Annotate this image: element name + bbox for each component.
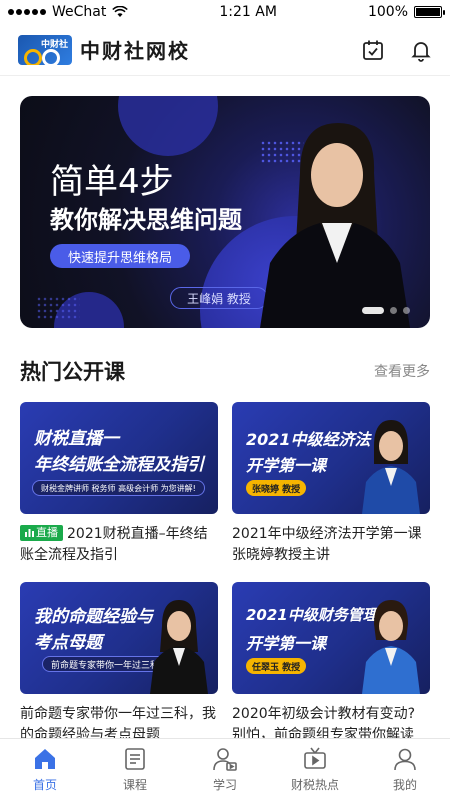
live-badge-label: 直播 [36,526,58,539]
tab-label: 课程 [122,778,147,792]
course-title: 直播 2021财税直播–年终结账全流程及指引 [20,524,218,566]
promo-banner[interactable]: 简单4步 教你解决思维问题 快速提升思维格局 王峰娟 教授 [20,96,430,328]
brand: 中财社 中财社网校 [18,34,190,65]
status-right: 100% [367,4,445,20]
course-card[interactable]: 我的命题经验与 考点母题 前命题专家带你一年过三科! 前命题专家带你一年过三科，… [20,582,218,746]
course-card[interactable]: 2021中级财务管理 开学第一课 任翠玉 教授 2020年初级会计教材有变动? … [232,582,430,746]
thumb-line2: 开学第一课 [246,456,327,475]
course-card[interactable]: 财税直播一 年终结账全流程及指引 财税金牌讲师 税务师 高级会计师 为您讲解! … [20,402,218,566]
thumb-line1: 财税直播一 [34,429,119,449]
wifi-icon [112,6,129,17]
indicator-dot [390,307,397,314]
thumb-tag: 张晓婷 教授 [246,480,307,496]
status-bar: WeChat 1:21 AM 100% [0,0,450,24]
tab-profile[interactable]: 我的 [365,746,445,793]
see-more-link[interactable]: 查看更多 [374,361,430,381]
tv-icon [304,747,326,769]
brand-name: 中财社网校 [80,39,190,63]
status-left: WeChat [8,4,129,20]
section-title: 热门公开课 [20,360,125,384]
banner-page-indicator [362,307,410,314]
banner-title-line1: 简单4步 [50,162,174,202]
calendar-check-icon[interactable] [360,37,386,63]
tab-home[interactable]: 首页 [5,746,85,793]
bell-icon[interactable] [408,37,434,63]
course-thumbnail[interactable]: 财税直播一 年终结账全流程及指引 财税金牌讲师 税务师 高级会计师 为您讲解! [20,402,218,514]
teacher-portrait-image [150,600,208,694]
home-icon [35,749,55,769]
banner-pill: 快速提升思维格局 [50,244,190,268]
thumb-line2: 开学第一课 [246,634,327,653]
indicator-dot [403,307,410,314]
live-badge: 直播 [20,524,63,541]
course-list-icon [125,748,145,770]
tab-study[interactable]: 学习 [185,746,265,793]
bottom-tab-bar: 首页 课程 学习 财税热点 我的 [0,738,450,800]
teacher-portrait-image [362,420,420,514]
tab-tax-hot[interactable]: 财税热点 [275,746,355,793]
banner-decor-circle [118,96,218,156]
banner-teacher-label: 王峰娟 教授 [170,287,268,309]
carrier-label: WeChat [52,4,107,20]
teacher-portrait-image [362,600,420,694]
status-time: 1:21 AM [219,4,277,20]
profile-icon [394,748,416,771]
header-actions [360,37,434,63]
tab-label: 学习 [212,778,237,792]
thumb-line2: 年终结账全流程及指引 [34,455,204,475]
app-header: 中财社 中财社网校 [0,24,450,76]
thumb-line1: 我的命题经验与 [34,607,153,627]
thumb-tag: 财税金牌讲师 税务师 高级会计师 为您讲解! [32,480,205,496]
teacher-portrait-image [260,123,410,328]
tab-label: 我的 [392,778,417,792]
course-title: 2021年中级经济法开学第一课张晓婷教授主讲 [232,526,422,563]
brand-logo: 中财社 [18,34,72,65]
battery-percent: 100% [367,4,408,20]
course-thumbnail[interactable]: 我的命题经验与 考点母题 前命题专家带你一年过三科! [20,582,218,694]
thumb-line1: 2021中级经济法 [246,430,371,449]
tab-courses[interactable]: 课程 [95,746,175,793]
thumb-line2: 考点母题 [34,633,102,653]
tab-label: 财税热点 [290,778,339,792]
tab-label: 首页 [32,778,57,792]
thumb-tag: 任翠玉 教授 [246,658,307,674]
section-header: 热门公开课 查看更多 [20,356,430,386]
course-card[interactable]: 2021中级经济法 开学第一课 张晓婷 教授 2021年中级经济法开学第一课张晓… [232,402,430,566]
battery-icon [414,6,445,18]
live-bars-icon [25,529,34,537]
thumb-line1: 2021中级财务管理 [246,606,378,624]
signal-dots-icon [8,9,46,15]
banner-title-line2: 教你解决思维问题 [50,206,242,234]
study-icon [213,748,237,771]
banner-dot-pattern [36,296,80,320]
indicator-dot-active [362,307,384,314]
course-thumbnail[interactable]: 2021中级经济法 开学第一课 张晓婷 教授 [232,402,430,514]
course-thumbnail[interactable]: 2021中级财务管理 开学第一课 任翠玉 教授 [232,582,430,694]
